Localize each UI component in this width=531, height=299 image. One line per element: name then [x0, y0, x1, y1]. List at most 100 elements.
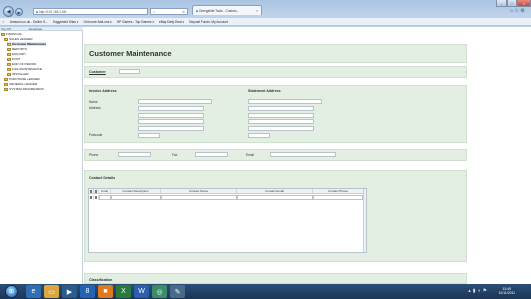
phone-input[interactable]: [118, 152, 151, 157]
maximize-button[interactable]: □: [507, 0, 517, 7]
contact-details-heading: Contact Details: [89, 176, 116, 180]
grid-header-contact-name[interactable]: Contact Name: [161, 189, 237, 193]
tree-item-label: INSTALLER: [12, 72, 29, 76]
back-button[interactable]: ◀: [3, 6, 14, 17]
invoice-address-line2-input[interactable]: [138, 113, 204, 118]
email-input[interactable]: [270, 152, 336, 157]
windows-taskbar: ⊞ e ▭ ▶ 8 ■ X W ◎ ✎ ▴▮◖⚑ 13:49 10/11/201…: [0, 284, 531, 299]
statement-address-line3-input[interactable]: [248, 119, 314, 124]
taskbar-outlook-button[interactable]: 8: [80, 285, 95, 298]
grid-cell-description[interactable]: [111, 195, 161, 200]
tree-item-system-parameters[interactable]: SYSTEM PARAMETERS: [4, 87, 44, 91]
customer-label: Customer: [89, 70, 106, 74]
grid-cell-name[interactable]: [161, 195, 237, 200]
invoice-address-line3-input[interactable]: [138, 119, 204, 124]
statement-postcode-input[interactable]: [248, 133, 270, 138]
tree-item-file-maintenance[interactable]: FILE MAINTENANCE: [7, 67, 42, 71]
customer-input[interactable]: [119, 69, 140, 74]
home-icon[interactable]: ⌂: [510, 8, 513, 14]
excel-icon: X: [121, 288, 126, 295]
taskbar-ie-button[interactable]: e: [26, 285, 41, 298]
statement-address-line4-input[interactable]: [248, 126, 314, 131]
favorite-link-suggested[interactable]: Suggested Sites ▾: [53, 20, 79, 24]
invoice-postcode-input[interactable]: [138, 133, 160, 138]
taskbar-word-button[interactable]: W: [134, 285, 149, 298]
grid-header-contact-email[interactable]: Contact Email: [237, 189, 313, 193]
tree-item-label: FINANCIAL: [6, 32, 23, 36]
page-icon: ◙: [36, 9, 38, 14]
taskbar-paint-button[interactable]: ✎: [170, 285, 185, 298]
tree-item-post[interactable]: POST: [7, 57, 20, 61]
tree-item-general-ledger[interactable]: GENERAL LEDGER: [4, 82, 37, 86]
grid-header-contact-phone[interactable]: Contact Phone: [313, 189, 363, 193]
invoice-name-input[interactable]: [138, 99, 212, 104]
media-player-icon: ▶: [66, 288, 73, 296]
name-label: Name: [89, 100, 98, 104]
tree-item-label: ENQUIRY: [12, 52, 27, 56]
favorites-star-icon[interactable]: ★: [2, 20, 5, 24]
favorite-link-hp-games[interactable]: HP Games - Top Games ▾: [117, 20, 154, 24]
system-tray-icons[interactable]: ▴▮◖⚑: [468, 288, 489, 294]
ie-icon: e: [31, 288, 36, 295]
start-button[interactable]: ⊞: [5, 285, 18, 298]
tree-item-enquiry[interactable]: ENQUIRY: [7, 52, 26, 56]
grid-header-code[interactable]: Code: [99, 189, 111, 193]
tree-item-label: PURCHASE LEDGER: [9, 77, 40, 81]
invoice-address-line4-input[interactable]: [138, 126, 204, 131]
invoice-address-line1-input[interactable]: [138, 106, 204, 111]
browser-tab[interactable]: ◙ OmegaNet Tools - Custom... ×: [192, 5, 262, 15]
tree-item-label: SYSTEM PARAMETERS: [9, 87, 44, 91]
grid-button-icon: [95, 189, 97, 193]
address-label: Address: [89, 106, 101, 110]
tree-item-purchase-ledger[interactable]: PURCHASE LEDGER: [4, 77, 40, 81]
favorites-star-icon[interactable]: ☆: [514, 8, 518, 14]
statement-address-line2-input[interactable]: [248, 113, 314, 118]
refresh-icon[interactable]: ↻: [182, 10, 185, 14]
grid-button-icon: [95, 196, 97, 199]
favorite-link-ebay[interactable]: eBay Daily Deal ▾: [159, 20, 184, 24]
tree-item-sales-ledger[interactable]: SALES LEDGER: [4, 37, 33, 41]
tree-header-right: Developer: [28, 27, 43, 31]
word-icon: W: [138, 288, 145, 295]
tree-item-customer-maintenance[interactable]: Customer Maintenance: [7, 42, 47, 46]
app-icon: ■: [103, 288, 108, 295]
tree-item-reports[interactable]: REPORTS: [7, 47, 27, 51]
taskbar-excel-button[interactable]: X: [116, 285, 131, 298]
statement-name-input[interactable]: [248, 99, 322, 104]
tree-item-label: FILE MAINTENANCE: [12, 67, 42, 71]
address-bar[interactable]: ◙ http://192.168.2.88/ …: [33, 8, 148, 15]
grid-cell-email[interactable]: [237, 195, 313, 200]
clock[interactable]: 13:49 10/11/2011: [499, 287, 515, 295]
app2-icon: ◎: [156, 288, 163, 296]
tree-item-installer[interactable]: INSTALLER: [7, 72, 29, 76]
tools-gear-icon[interactable]: ⚙: [520, 8, 524, 14]
taskbar-explorer-button[interactable]: ▭: [44, 285, 59, 298]
classification-panel: [84, 273, 467, 284]
favorite-link-addons[interactable]: Get more Add-ons ▾: [83, 20, 111, 24]
favorite-link-deposit[interactable]: Deposit Funds: My Account: [189, 20, 228, 24]
taskbar-app2-button[interactable]: ◎: [152, 285, 167, 298]
tree-item-label: SALES LEDGER: [9, 37, 33, 41]
tab-close-icon[interactable]: ×: [256, 9, 258, 13]
tree-header-left: Top Off: [1, 27, 11, 31]
folder-icon: [7, 62, 11, 66]
statement-address-line1-input[interactable]: [248, 106, 314, 111]
tab-favicon-icon: ◙: [196, 8, 198, 13]
table-row[interactable]: [89, 195, 366, 200]
folder-icon: [7, 57, 11, 61]
grid-cell-code[interactable]: [99, 195, 111, 200]
grid-cell-phone[interactable]: [313, 195, 363, 200]
grid-scrollbar[interactable]: [363, 189, 366, 252]
close-window-button[interactable]: ×: [517, 0, 531, 7]
minimize-button[interactable]: –: [496, 0, 507, 7]
taskbar-media-player-button[interactable]: ▶: [62, 285, 77, 298]
search-input[interactable]: ⌕ ↻: [150, 8, 188, 15]
forward-button[interactable]: ▶: [15, 8, 23, 16]
folder-icon: [7, 42, 11, 46]
grid-header-contact-description[interactable]: Contact Description: [111, 189, 161, 193]
tree-item-end-of-period[interactable]: END OF PERIOD: [7, 62, 36, 66]
taskbar-app-button[interactable]: ■: [98, 285, 113, 298]
favorite-link-amazon[interactable]: Amazon.co.uk - Online S...: [10, 20, 48, 24]
tree-item-financial[interactable]: FINANCIAL: [1, 32, 22, 36]
fax-input[interactable]: [195, 152, 228, 157]
